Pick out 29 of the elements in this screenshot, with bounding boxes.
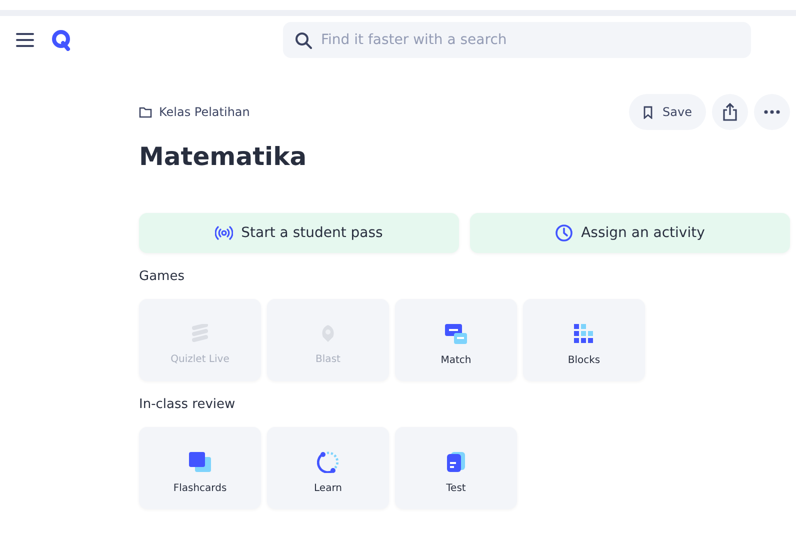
radio-waves-icon bbox=[215, 225, 234, 241]
student-pass-button[interactable]: Start a student pass bbox=[139, 213, 459, 253]
activity-tile[interactable]: Test bbox=[395, 427, 517, 509]
folder-icon bbox=[139, 106, 152, 118]
section-heading: Games bbox=[139, 269, 186, 284]
blocks-icon bbox=[573, 322, 595, 344]
stacked-cards-icon bbox=[188, 450, 212, 472]
activity-tile[interactable]: Match bbox=[395, 299, 517, 381]
bookmark-icon bbox=[642, 106, 653, 118]
activity-tile[interactable]: Blocks bbox=[523, 299, 645, 381]
logo-icon[interactable] bbox=[51, 29, 71, 51]
match-cards-icon bbox=[444, 322, 468, 344]
activity-tile[interactable]: Flashcards bbox=[139, 427, 261, 509]
clock-icon bbox=[555, 224, 574, 242]
document-icon bbox=[446, 450, 466, 472]
section-heading: In-class review bbox=[139, 397, 236, 412]
assign-button[interactable]: Assign an activity bbox=[470, 213, 790, 253]
search-field[interactable]: Find it faster with a search bbox=[283, 22, 751, 58]
share-button[interactable] bbox=[712, 94, 748, 130]
more-icon bbox=[764, 110, 780, 114]
stripes-icon bbox=[191, 324, 209, 344]
menu-icon[interactable] bbox=[16, 33, 34, 47]
share-icon bbox=[723, 103, 737, 121]
save-button[interactable]: Save bbox=[628, 94, 706, 130]
cycle-icon bbox=[317, 450, 339, 472]
breadcrumb-link[interactable]: Kelas Pelatihan bbox=[159, 105, 250, 119]
page-title: Matematika bbox=[139, 142, 308, 171]
activity-tile[interactable]: Learn bbox=[267, 427, 389, 509]
more-button[interactable] bbox=[754, 94, 790, 130]
